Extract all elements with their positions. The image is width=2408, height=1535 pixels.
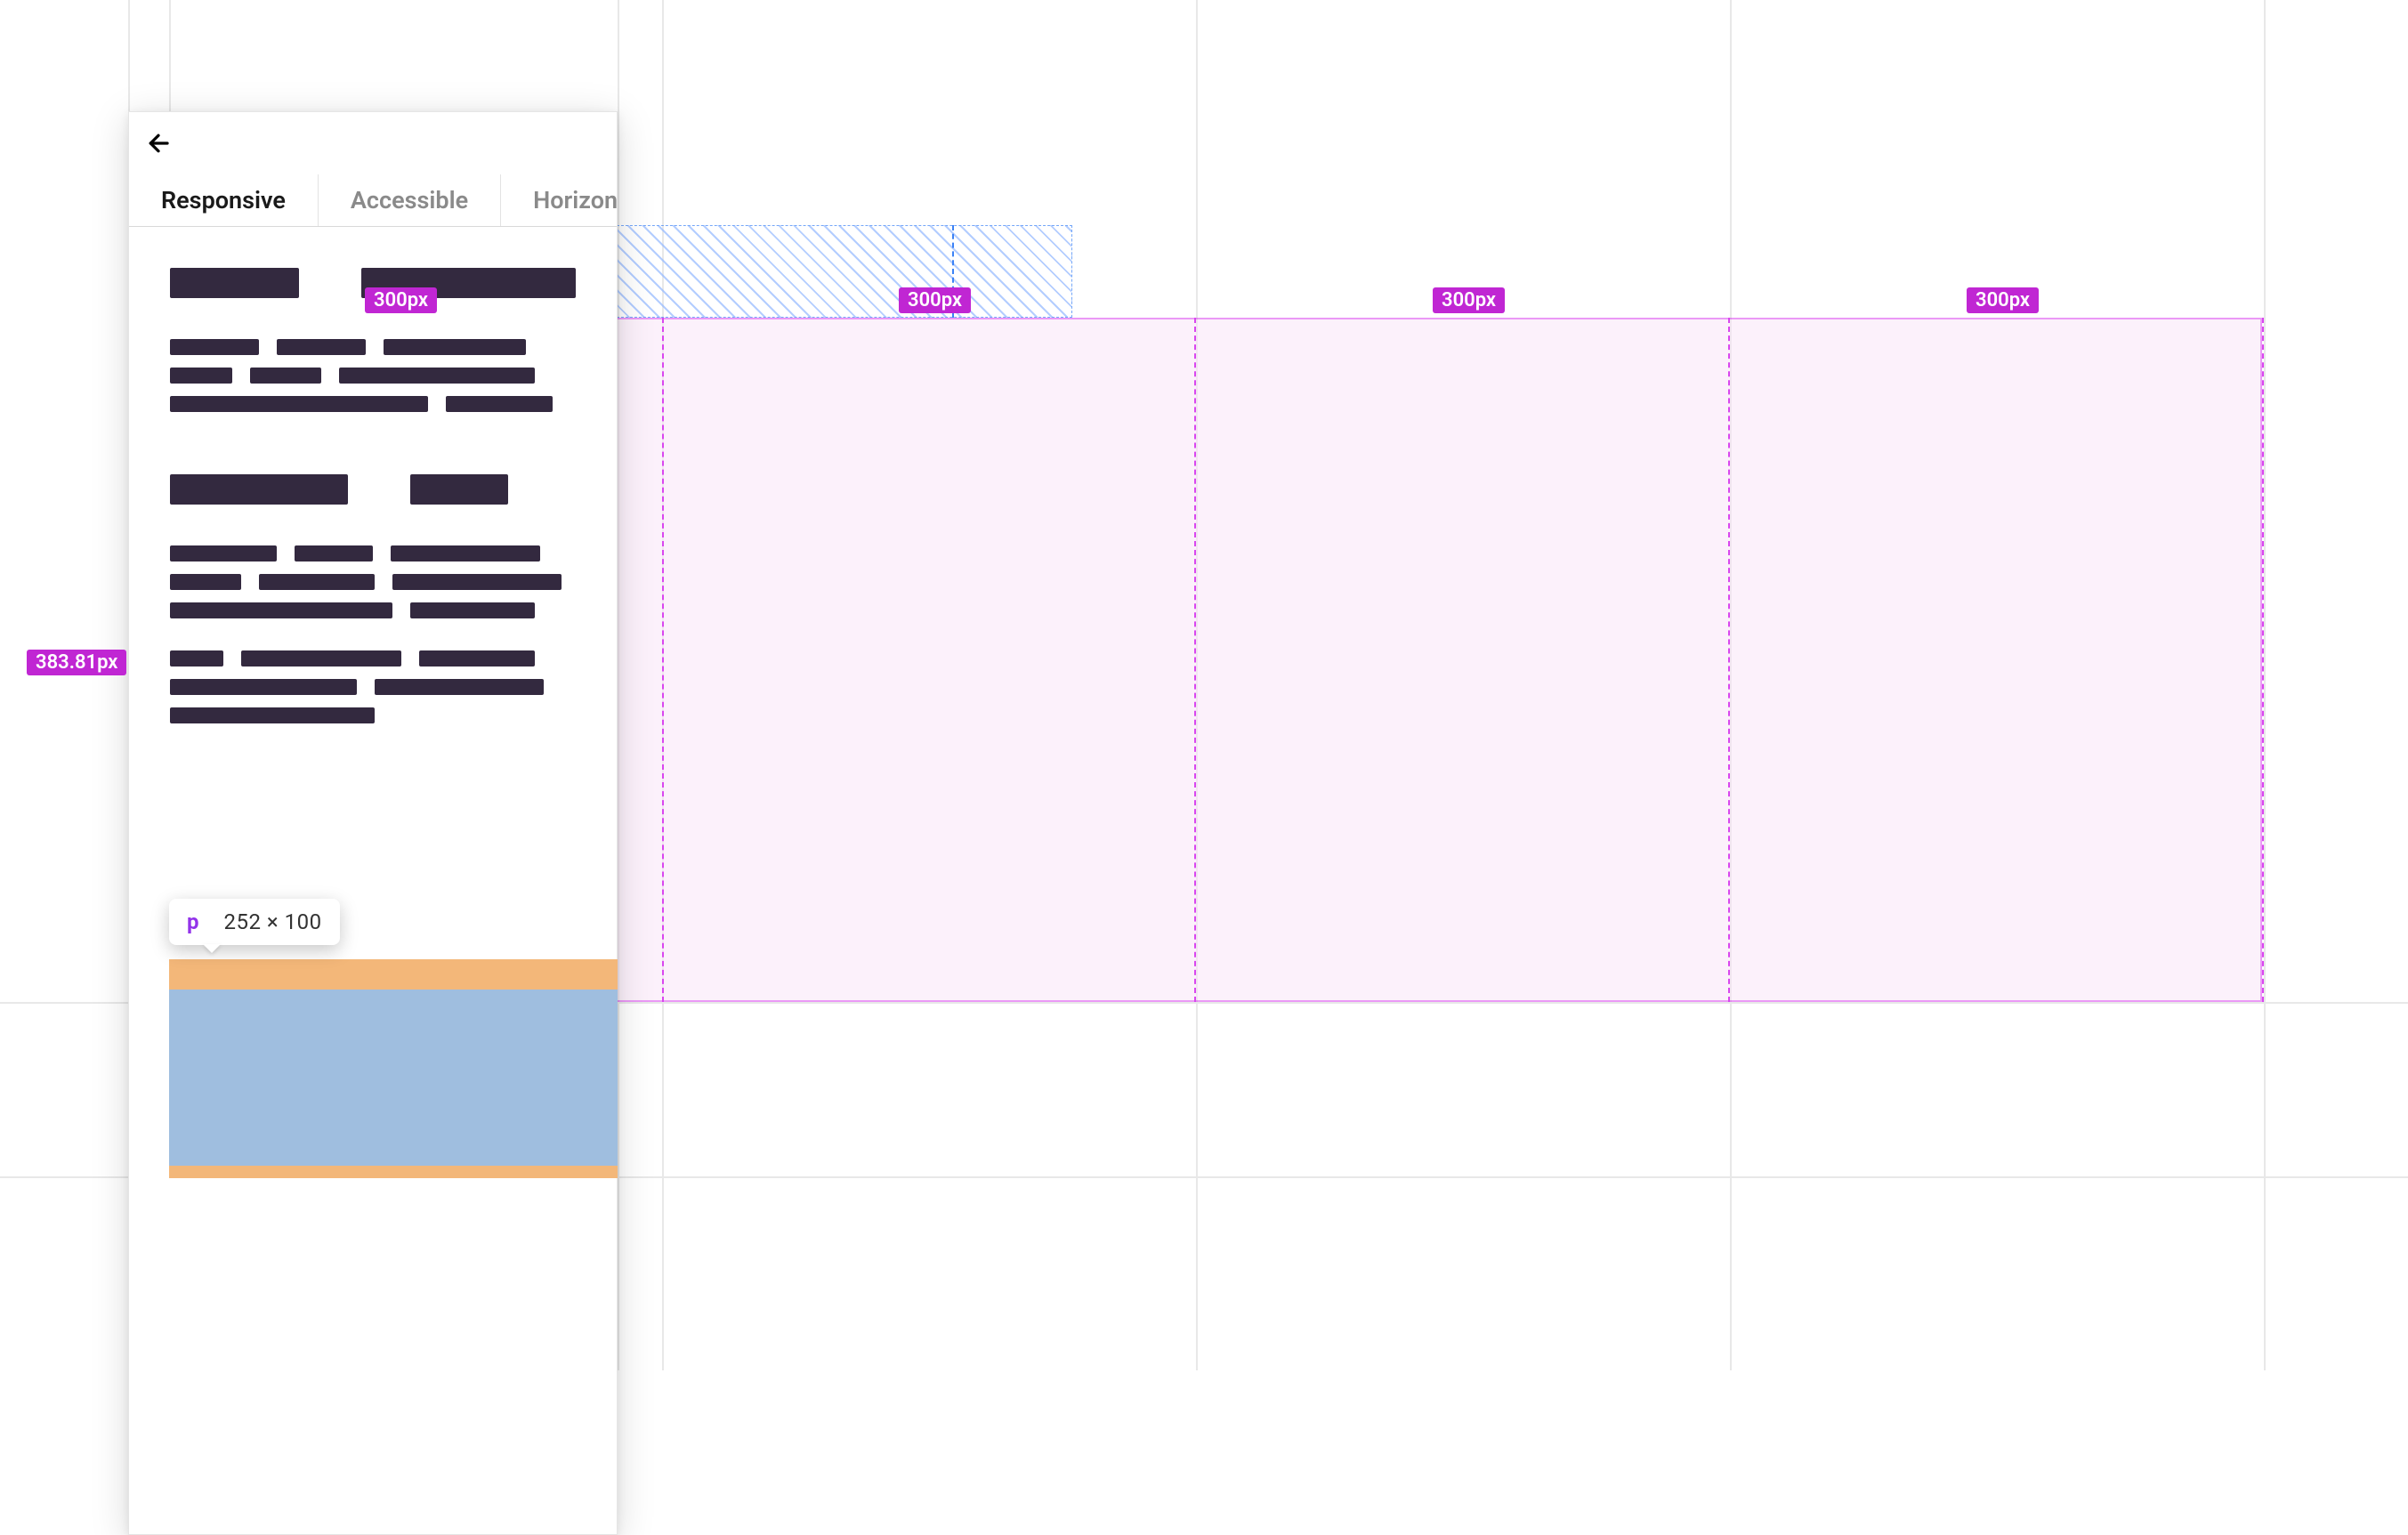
content-card [170,474,576,723]
card-paragraph [170,339,576,412]
guide-vertical [1730,0,1732,1370]
card-heading [170,474,576,505]
preview-body [129,227,617,723]
guide-vertical [618,0,619,1370]
preview-header [129,112,617,174]
grid-column-width-badge: 300px [899,287,971,313]
card-paragraph [170,545,576,618]
tooltip-tagname: p [187,909,199,934]
box-model-content [169,990,618,1166]
element-inspect-tooltip: p 252 × 100 [169,899,340,945]
guide-vertical [1196,0,1198,1370]
tab-responsive[interactable]: Responsive [129,174,319,226]
inspector-grid-column [1730,318,2264,1002]
card-heading [170,268,576,298]
tab-accessible[interactable]: Accessible [319,174,501,226]
inspector-flex-gap [952,225,954,318]
grid-column-width-badge: 300px [1967,287,2039,313]
box-model-margin [169,959,618,990]
device-preview-frame: Responsive Accessible Horizontal [128,111,618,1535]
tab-horizontal[interactable]: Horizontal [501,174,617,226]
preview-tabs: Responsive Accessible Horizontal [129,174,617,227]
content-card [170,268,576,412]
guide-vertical [662,0,664,1370]
inspector-box-model-highlight [169,959,618,1178]
tooltip-dimensions: 252 × 100 [224,909,322,934]
inspector-grid-column [662,318,1196,1002]
guide-vertical [2264,0,2266,1370]
inspector-grid-column [1196,318,1730,1002]
box-model-margin [169,1166,618,1178]
grid-row-height-badge: 383.81px [27,650,126,675]
grid-column-width-badge: 300px [1433,287,1505,313]
back-arrow-icon[interactable] [143,128,174,158]
canvas-stage[interactable]: Responsive Accessible Horizontal [0,0,2408,1370]
card-paragraph [170,650,576,723]
